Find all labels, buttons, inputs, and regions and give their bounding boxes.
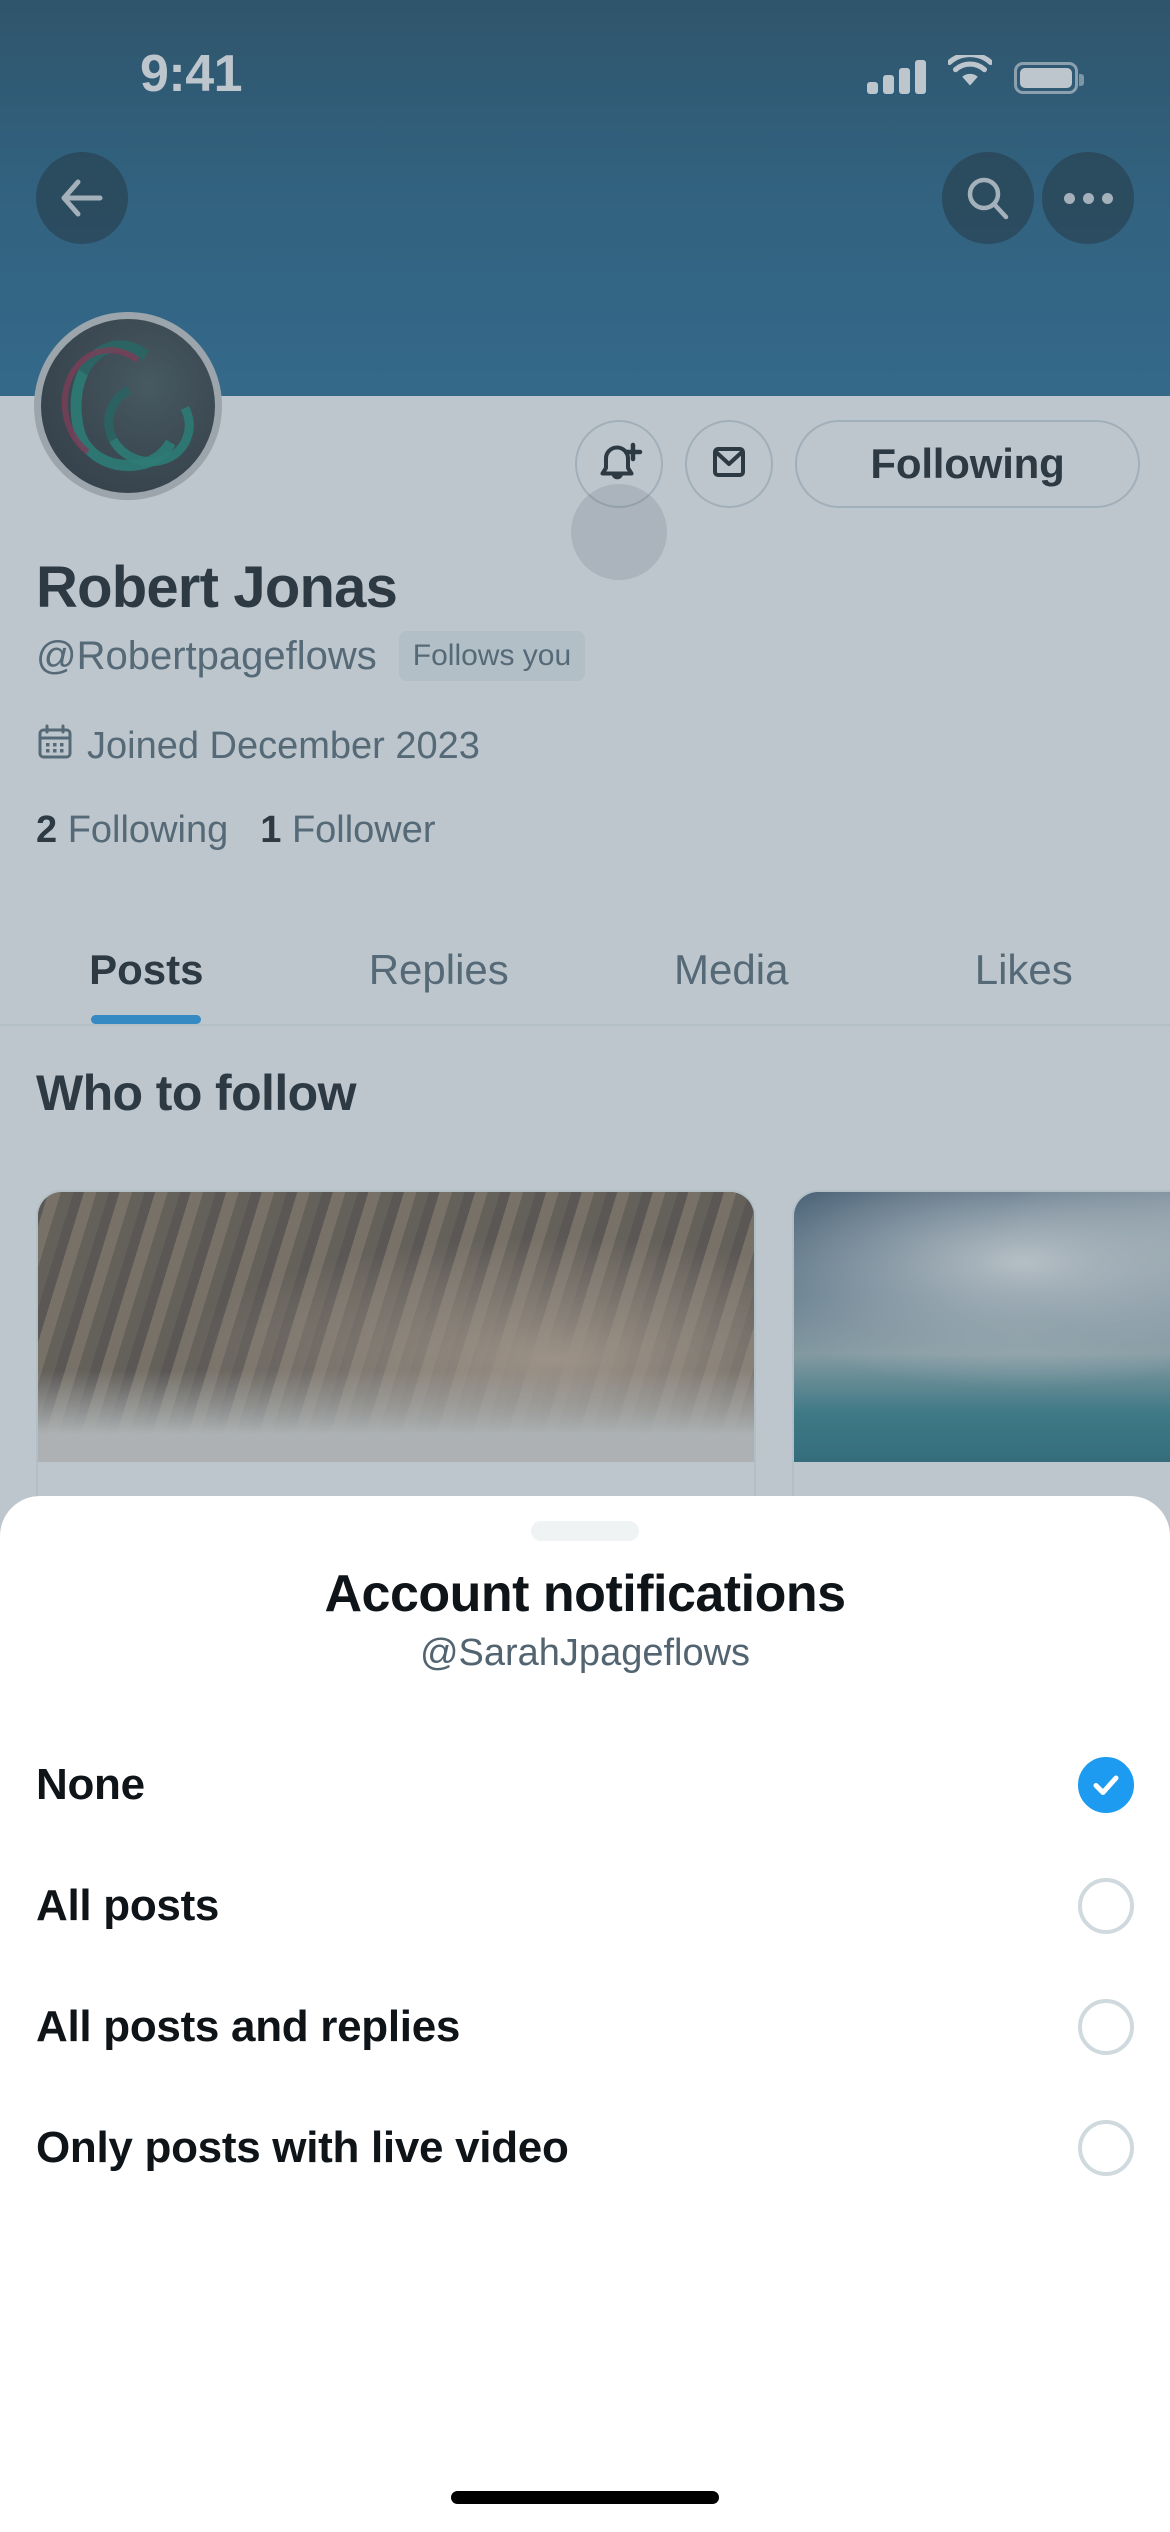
option-all-posts-and-replies-label: All posts and replies	[36, 2001, 461, 2051]
option-only-live-video-radio[interactable]	[1078, 2119, 1134, 2176]
notification-options-list: None All posts All posts and replies Onl…	[0, 1724, 1170, 2208]
sheet-title: Account notifications	[324, 1565, 846, 1623]
sheet-drag-handle[interactable]	[531, 1521, 639, 1541]
option-none-label: None	[36, 1759, 145, 1809]
option-none[interactable]: None	[0, 1724, 1170, 1845]
home-indicator	[451, 2491, 719, 2504]
option-none-radio[interactable]	[1078, 1756, 1134, 1813]
option-all-posts-radio[interactable]	[1078, 1877, 1134, 1934]
option-only-live-video-label: Only posts with live video	[36, 2122, 569, 2172]
option-all-posts-and-replies[interactable]: All posts and replies	[0, 1966, 1170, 2087]
option-all-posts-label: All posts	[36, 1880, 220, 1930]
option-all-posts[interactable]: All posts	[0, 1845, 1170, 1966]
phone-screen: 9:41 Following Robert Jonas @Robertpagef…	[0, 0, 1170, 2532]
account-notifications-sheet: Account notifications @SarahJpageflows N…	[0, 1496, 1170, 2532]
option-only-live-video[interactable]: Only posts with live video	[0, 2087, 1170, 2208]
sheet-subtitle: @SarahJpageflows	[419, 1632, 751, 1674]
option-all-posts-and-replies-radio[interactable]	[1078, 1998, 1134, 2055]
